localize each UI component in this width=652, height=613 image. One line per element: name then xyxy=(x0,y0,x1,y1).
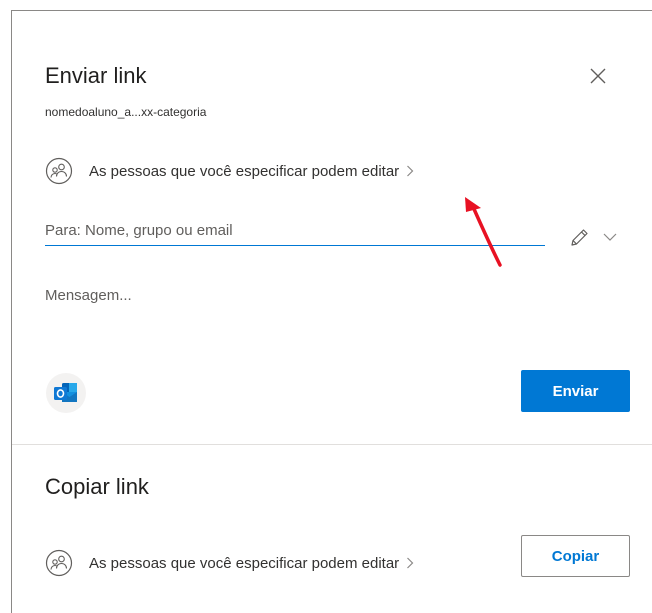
chevron-down-icon[interactable] xyxy=(603,232,617,242)
send-button[interactable]: Enviar xyxy=(521,370,630,412)
outlook-icon xyxy=(54,383,77,402)
copy-button[interactable]: Copiar xyxy=(521,535,630,577)
copy-link-title: Copiar link xyxy=(45,474,149,499)
copy-link-permission-setting[interactable]: As pessoas que você especificar podem ed… xyxy=(45,549,414,577)
close-icon xyxy=(590,68,606,84)
message-input[interactable] xyxy=(45,287,605,347)
section-divider xyxy=(12,444,652,445)
share-dialog: Enviar link nomedoaluno_a...xx-categoria… xyxy=(12,11,652,613)
outlook-button[interactable] xyxy=(46,373,86,413)
people-icon xyxy=(45,157,73,185)
chevron-right-icon xyxy=(407,557,414,569)
recipient-input[interactable] xyxy=(45,215,545,246)
edit-permission-button[interactable] xyxy=(568,227,590,249)
file-name: nomedoaluno_a...xx-categoria xyxy=(45,105,207,119)
permission-text: As pessoas que você especificar podem ed… xyxy=(89,162,400,180)
permission-text: As pessoas que você especificar podem ed… xyxy=(89,554,400,572)
send-link-permission-setting[interactable]: As pessoas que você especificar podem ed… xyxy=(45,157,414,185)
chevron-right-icon xyxy=(407,165,414,177)
close-button[interactable] xyxy=(586,64,610,88)
pencil-icon xyxy=(571,229,588,246)
send-link-title: Enviar link xyxy=(45,63,147,88)
people-icon xyxy=(45,549,73,577)
